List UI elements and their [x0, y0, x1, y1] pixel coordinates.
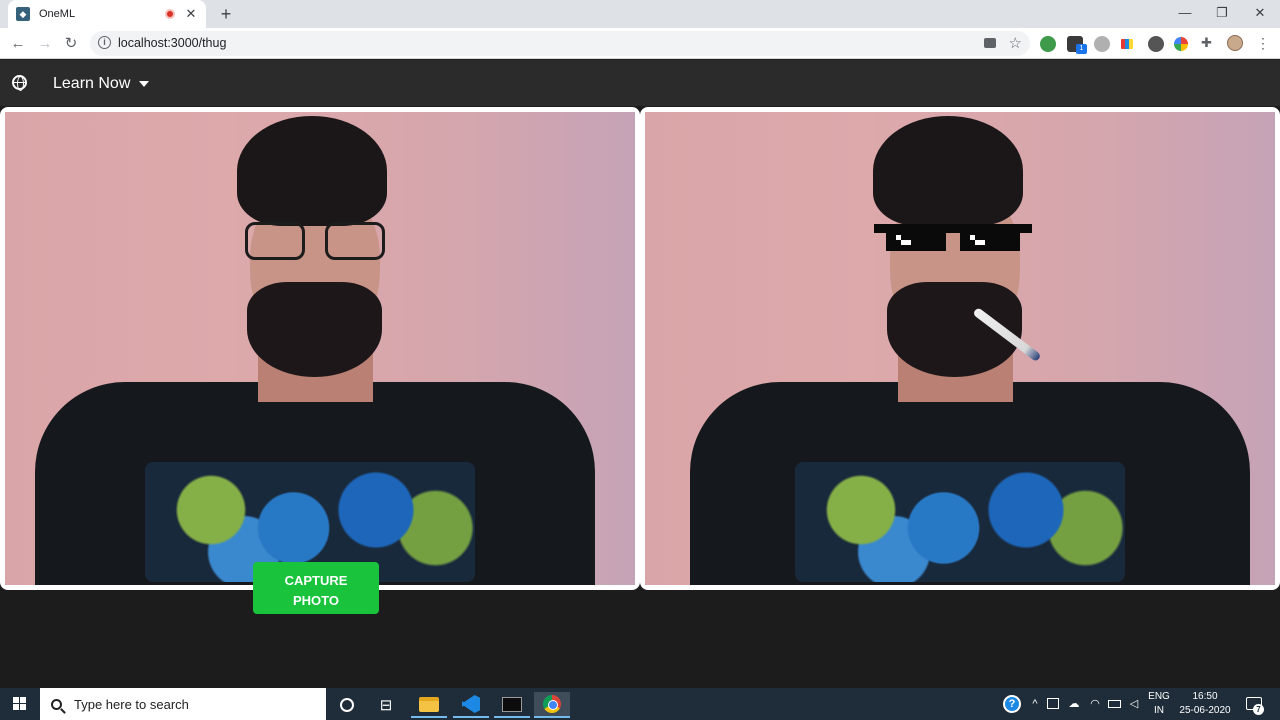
browser-tab[interactable]: ◆ OneML ✕ [8, 0, 206, 28]
reload-button[interactable]: ↻ [60, 33, 82, 55]
person-eyeglasses [245, 222, 389, 264]
folder-icon [419, 696, 439, 712]
clock-date: 25-06-2020 [1179, 705, 1231, 716]
tab-close-icon[interactable]: ✕ [184, 6, 198, 22]
extension-icon[interactable] [1040, 36, 1056, 52]
main-content: CAPTURE PHOTO [0, 106, 1280, 688]
show-hidden-icons-chevron-icon[interactable]: ^ [1028, 697, 1042, 711]
capture-label-line2: PHOTO [293, 593, 339, 608]
help-icon[interactable]: ? [1003, 695, 1021, 713]
file-explorer-button[interactable] [411, 692, 447, 718]
address-url[interactable]: localhost:3000/thug [118, 36, 226, 50]
clock-time: 16:50 [1192, 691, 1218, 702]
extension-icon[interactable] [1174, 37, 1188, 51]
caret-down-icon [139, 81, 150, 87]
battery-icon[interactable] [1108, 700, 1121, 708]
onedrive-cloud-icon[interactable]: ☁ [1067, 697, 1081, 711]
vscode-button[interactable] [453, 692, 489, 718]
cortana-button[interactable] [329, 692, 365, 718]
maximize-button[interactable]: ❐ [1210, 2, 1234, 24]
extension-badge: 1 [1076, 44, 1087, 54]
windows-logo-icon [13, 697, 27, 711]
wifi-icon[interactable]: ◠ [1088, 697, 1102, 711]
task-view-icon: ⊟ [379, 697, 393, 714]
capture-label-line1: CAPTURE [284, 573, 348, 588]
pixel-sunglasses-overlay [874, 224, 1032, 254]
address-bar[interactable]: i localhost:3000/thug ☆ [90, 31, 1030, 56]
learn-now-label: Learn Now [53, 75, 131, 92]
app-navbar: Learn Now [0, 60, 1280, 106]
language-code: ENG [1148, 691, 1170, 702]
extension-icon[interactable] [1148, 36, 1164, 52]
site-info-icon[interactable]: i [98, 36, 111, 49]
extension-icon[interactable] [1121, 39, 1133, 49]
processed-video-frame [640, 107, 1280, 590]
chrome-icon [543, 695, 561, 713]
minimize-button[interactable]: — [1173, 2, 1197, 24]
recording-indicator-icon [165, 9, 175, 19]
back-button[interactable]: ← [7, 33, 29, 55]
volume-icon[interactable]: ◁ [1127, 697, 1141, 711]
thug-filter-feed [645, 112, 1275, 585]
windows-taskbar: Type here to search ⊟ ? ^ ☁ ◠ ◁ ENG IN 1… [0, 688, 1280, 720]
person-hair [873, 116, 1023, 226]
security-icon[interactable] [1047, 698, 1059, 709]
learn-now-dropdown[interactable]: Learn Now [53, 75, 150, 93]
original-video-frame [0, 107, 640, 590]
system-clock[interactable]: 16:50 25-06-2020 [1176, 690, 1234, 718]
bookmark-star-icon[interactable]: ☆ [1009, 34, 1022, 52]
notification-count-badge: 7 [1253, 704, 1264, 715]
tab-title: OneML [39, 8, 76, 20]
forward-button[interactable]: → [34, 33, 56, 55]
search-icon [51, 698, 62, 710]
vscode-icon [462, 695, 480, 713]
extension-icon[interactable] [1094, 36, 1110, 52]
person-beard [247, 282, 382, 377]
search-placeholder: Type here to search [74, 696, 189, 712]
capture-photo-button[interactable]: CAPTURE PHOTO [253, 562, 379, 614]
profile-avatar[interactable] [1227, 35, 1243, 51]
task-view-button[interactable]: ⊟ [368, 692, 404, 718]
original-webcam-feed [5, 112, 635, 585]
oneml-favicon-icon: ◆ [16, 7, 30, 21]
chrome-button[interactable] [534, 692, 570, 718]
cortana-icon [340, 698, 354, 712]
browser-tabstrip: ◆ OneML ✕ + — ❐ ✕ [0, 0, 1280, 28]
person-hair [237, 116, 387, 226]
new-tab-button[interactable]: + [216, 4, 236, 24]
close-window-button[interactable]: ✕ [1248, 2, 1272, 24]
terminal-icon [502, 696, 522, 712]
browser-menu-icon[interactable]: ⋮ [1256, 34, 1270, 52]
camera-in-use-icon[interactable] [984, 38, 996, 48]
globe-icon[interactable] [12, 75, 27, 91]
start-button[interactable] [0, 688, 40, 720]
shirt-print [795, 462, 1125, 582]
extensions-puzzle-icon[interactable]: ✚ [1201, 35, 1215, 51]
terminal-button[interactable] [494, 692, 530, 718]
browser-toolbar: ← → ↻ i localhost:3000/thug ☆ [0, 28, 1280, 59]
language-indicator[interactable]: ENG IN [1146, 690, 1172, 718]
language-region: IN [1154, 705, 1164, 716]
taskbar-search[interactable]: Type here to search [40, 688, 326, 720]
